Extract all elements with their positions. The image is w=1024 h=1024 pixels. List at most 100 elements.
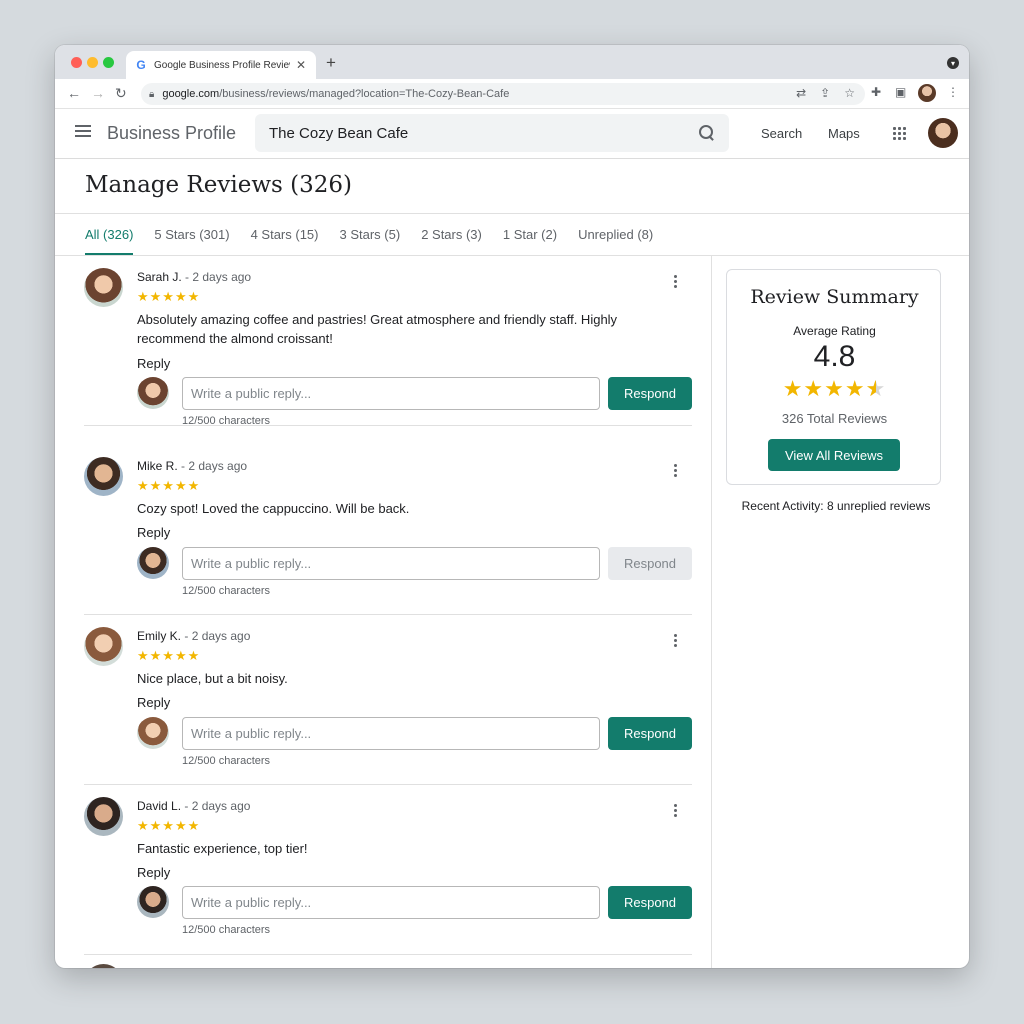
bookmark-star-icon[interactable]: ☆ <box>844 86 855 100</box>
reply-input[interactable] <box>182 547 600 580</box>
review-text: Cozy spot! Loved the cappuccino. Will be… <box>137 501 410 516</box>
browser-toolbar: ← → ↻ 🔒︎ google.com/business/reviews/man… <box>55 79 969 109</box>
owner-avatar <box>137 717 169 749</box>
respond-button[interactable]: Respond <box>608 377 692 410</box>
search-link[interactable]: Search <box>761 126 802 141</box>
reload-icon[interactable]: ↻ <box>115 85 127 102</box>
browser-menu-icon[interactable]: ⋮ <box>947 85 959 99</box>
review-card: Mike R. - 2 days ago ★★★★★ Cozy spot! Lo… <box>84 445 692 615</box>
tab-close-icon[interactable]: ✕ <box>296 58 306 72</box>
side-panel-icon[interactable]: ▣ <box>895 85 906 99</box>
page-title: Manage Reviews (326) <box>85 172 352 198</box>
tab-1-star[interactable]: 1 Star (2) <box>503 227 557 255</box>
full-stars: ★★★★ <box>782 376 866 401</box>
account-avatar[interactable] <box>928 118 958 148</box>
reviewer-avatar <box>84 457 123 496</box>
reviewer-avatar <box>84 964 123 968</box>
back-icon[interactable]: ← <box>67 85 81 101</box>
browser-window: G Google Business Profile Review ✕ + ▾ ←… <box>55 45 969 968</box>
review-summary-card: Review Summary Average Rating 4.8 ★★★★★ … <box>726 269 941 485</box>
char-count: 12/500 characters <box>182 585 271 597</box>
share-icon[interactable]: ⇪ <box>820 86 830 100</box>
reviewer-name[interactable]: David L. <box>137 799 181 813</box>
brand-title: Business Profile <box>107 123 237 143</box>
new-tab-icon[interactable]: + <box>326 53 336 73</box>
search-icon[interactable] <box>699 125 715 141</box>
tab-title: Google Business Profile Review <box>154 59 290 71</box>
column-divider <box>711 256 712 968</box>
tab-2-stars[interactable]: 2 Stars (3) <box>421 227 482 255</box>
review-text: Absolutely amazing coffee and pastries! … <box>137 312 618 346</box>
tab-5-stars[interactable]: 5 Stars (301) <box>154 227 229 255</box>
respond-button[interactable]: Respond <box>608 717 692 750</box>
review-stars: ★★★★★ <box>137 818 201 833</box>
reply-label: Reply <box>137 865 171 880</box>
reply-label: Reply <box>137 695 171 710</box>
address-bar[interactable]: 🔒︎ google.com/business/reviews/managed?l… <box>141 83 865 105</box>
forward-icon[interactable]: → <box>91 85 105 101</box>
browser-tab[interactable]: G Google Business Profile Review ✕ <box>126 51 316 79</box>
more-options-icon[interactable] <box>674 634 677 647</box>
app-header: Business Profile The Cozy Bean Cafe Sear… <box>55 109 969 159</box>
review-date: - 2 days ago <box>184 799 251 813</box>
reviewer-name[interactable]: Emily K. <box>137 629 181 643</box>
review-card: David L. - 2 days ago ★★★★★ Fantastic ex… <box>84 785 692 955</box>
google-favicon-icon: G <box>136 58 146 72</box>
divider <box>55 213 969 214</box>
respond-button[interactable]: Respond <box>608 886 692 919</box>
search-input[interactable]: The Cozy Bean Cafe <box>255 114 729 152</box>
menu-icon[interactable] <box>75 125 91 137</box>
view-all-reviews-button[interactable]: View All Reviews <box>768 439 900 471</box>
more-options-icon[interactable] <box>674 275 677 288</box>
recent-activity: Recent Activity: 8 unreplied reviews <box>741 499 931 513</box>
extensions-icon[interactable]: ✚ <box>871 85 881 99</box>
review-stars: ★★★★★ <box>137 289 201 304</box>
tab-bar: G Google Business Profile Review ✕ + ▾ <box>55 45 969 79</box>
url-path: /business/reviews/managed?location=The-C… <box>219 88 510 100</box>
half-star-icon: ★ <box>866 376 887 402</box>
reviewer-name[interactable]: Mike R. <box>137 459 178 473</box>
lock-icon[interactable]: 🔒︎ <box>149 89 154 100</box>
search-value[interactable]: The Cozy Bean Cafe <box>269 125 699 142</box>
summary-stars: ★★★★★ <box>727 376 942 402</box>
average-rating-value: 4.8 <box>813 340 856 373</box>
review-meta: Emily K. - 2 days ago <box>137 629 250 643</box>
review-stars: ★★★★★ <box>137 648 201 663</box>
tab-4-stars[interactable]: 4 Stars (15) <box>251 227 319 255</box>
more-options-icon[interactable] <box>674 804 677 817</box>
average-rating-label: Average Rating <box>793 324 876 338</box>
apps-grid-icon[interactable] <box>893 127 906 140</box>
review-stars: ★★★★★ <box>137 478 201 493</box>
profile-avatar[interactable] <box>918 84 936 102</box>
reply-input[interactable] <box>182 886 600 919</box>
close-window-button[interactable] <box>71 57 82 68</box>
review-card: Emily K. - 2 days ago ★★★★★ Nice place, … <box>84 615 692 785</box>
review-text: Nice place, but a bit noisy. <box>137 671 288 686</box>
reply-label: Reply <box>137 525 171 540</box>
reviewer-name[interactable]: Sarah J. <box>137 270 182 284</box>
reply-input[interactable] <box>182 717 600 750</box>
respond-button[interactable]: Respond <box>608 547 692 580</box>
owner-avatar <box>137 547 169 579</box>
total-reviews: 326 Total Reviews <box>781 411 888 426</box>
maps-link[interactable]: Maps <box>828 126 860 141</box>
tab-3-stars[interactable]: 3 Stars (5) <box>340 227 401 255</box>
char-count: 12/500 characters <box>182 755 271 767</box>
review-meta: Mike R. - 2 days ago <box>137 459 247 473</box>
reply-label: Reply <box>137 356 171 371</box>
summary-title: Review Summary <box>750 286 919 308</box>
tab-all[interactable]: All (326) <box>85 227 134 255</box>
more-options-icon[interactable] <box>674 464 677 477</box>
maximize-window-button[interactable] <box>103 57 114 68</box>
char-count: 12/500 characters <box>182 924 271 936</box>
reviewer-avatar <box>84 797 123 836</box>
tab-unreplied[interactable]: Unreplied (8) <box>578 227 653 255</box>
minimize-window-button[interactable] <box>87 57 98 68</box>
translate-icon[interactable]: ⇄ <box>796 86 806 100</box>
review-date: - 2 days ago <box>185 270 252 284</box>
owner-avatar <box>137 886 169 918</box>
review-text: Fantastic experience, top tier! <box>137 841 308 856</box>
review-meta: Sarah J. - 2 days ago <box>137 270 251 284</box>
tab-search-icon[interactable]: ▾ <box>947 57 959 69</box>
reply-input[interactable] <box>182 377 600 410</box>
